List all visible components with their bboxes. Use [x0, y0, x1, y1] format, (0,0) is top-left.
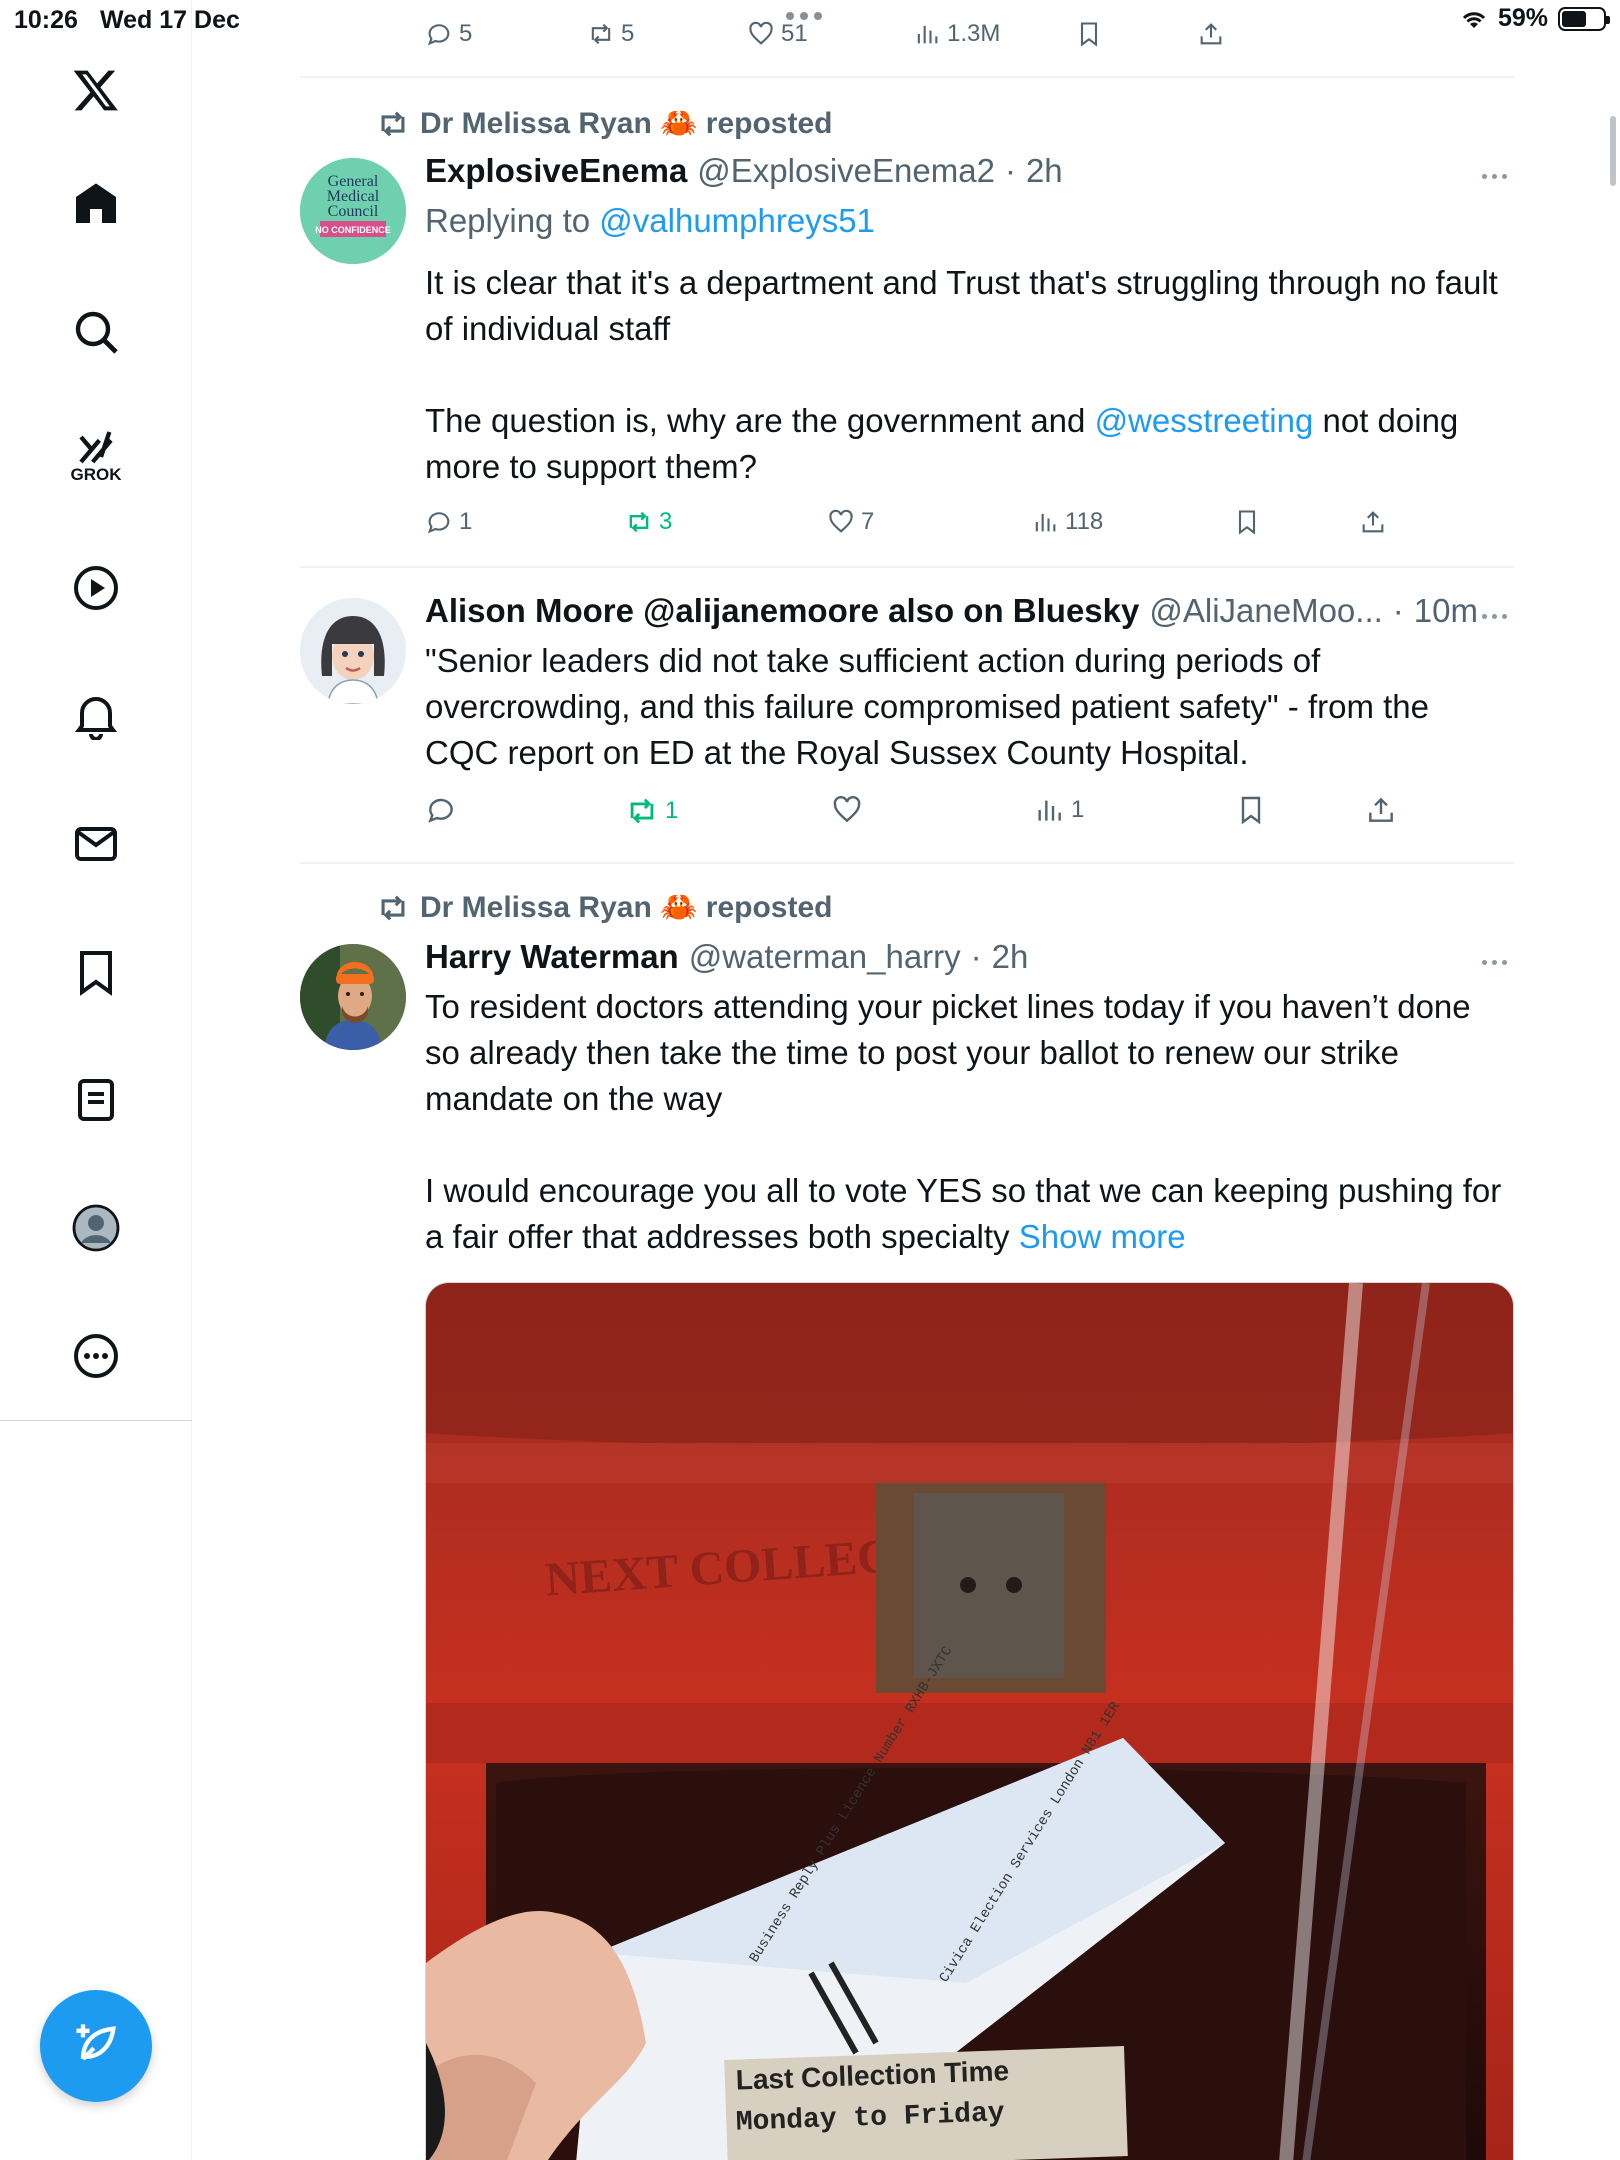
notifications-bell-icon[interactable]: [60, 680, 132, 752]
post-alison-moore[interactable]: Alison Moore @alijanemoore also on Blues…: [300, 568, 1514, 862]
reply-button[interactable]: 1: [425, 508, 472, 536]
post-more-options-icon[interactable]: [1474, 952, 1514, 972]
more-options-icon[interactable]: [60, 1320, 132, 1392]
post-text-paragraph-2: The question is, why are the government …: [425, 398, 1505, 490]
post-text: "Senior leaders did not take sufficient …: [425, 642, 1430, 771]
share-icon: [1369, 797, 1393, 822]
reply-icon: [428, 798, 453, 823]
repost-button[interactable]: 3: [625, 508, 672, 536]
share-button[interactable]: [1365, 794, 1397, 826]
author-handle[interactable]: @waterman_harry: [689, 938, 961, 976]
post-header: Harry Waterman @waterman_harry · 2h: [425, 938, 1028, 976]
bookmarks-icon[interactable]: [60, 936, 132, 1008]
post-text-paragraph-1: To resident doctors attending your picke…: [425, 988, 1471, 1117]
repost-icon: [381, 111, 405, 136]
share-icon: [1362, 511, 1384, 533]
post-text: It is clear that it's a department and T…: [425, 260, 1505, 490]
grok-icon[interactable]: GROK: [60, 420, 132, 492]
post-header: Alison Moore @alijanemoore also on Blues…: [425, 592, 1478, 630]
author-name[interactable]: Harry Waterman: [425, 938, 679, 976]
author-handle[interactable]: @AliJaneMoo...: [1149, 592, 1382, 630]
reposted-by-line: Dr Melissa Ryan 🦀 reposted: [376, 106, 833, 141]
dot-separator: ·: [970, 938, 982, 975]
reposted-by-text[interactable]: Dr Melissa Ryan 🦀 reposted: [420, 890, 833, 925]
lists-icon[interactable]: [60, 1064, 132, 1136]
post-header: ExplosiveEnema @ExplosiveEnema2 · 2h: [425, 152, 1063, 190]
dot-separator: ·: [1004, 152, 1016, 189]
battery-icon: [1558, 6, 1610, 31]
reposted-by-line: Dr Melissa Ryan 🦀 reposted: [376, 890, 833, 925]
repost-count: 1: [665, 797, 679, 824]
bookmark-button[interactable]: [1233, 508, 1261, 536]
mention-link[interactable]: @wesstreeting: [1095, 402, 1314, 439]
replying-to-label: Replying to: [425, 202, 591, 239]
heart-icon: [833, 796, 861, 823]
post-text-part: The question is, why are the government …: [425, 402, 1086, 439]
post-actions: 1 1: [425, 794, 1425, 834]
views-button[interactable]: 1: [1033, 794, 1084, 826]
x-logo-icon[interactable]: [60, 54, 132, 126]
post-time[interactable]: 10m: [1414, 592, 1478, 630]
post-image[interactable]: NEXT COLLECTION Business Reply Plus Lice…: [425, 1282, 1514, 2160]
post-text: To resident doctors attending your picke…: [425, 984, 1505, 1260]
views-count: 1: [1071, 796, 1085, 823]
show-more-link[interactable]: Show more: [1019, 1218, 1186, 1255]
post-explosiveenema[interactable]: Dr Melissa Ryan 🦀 reposted General Medic…: [300, 0, 1514, 570]
repost-icon: [629, 511, 649, 533]
video-play-icon[interactable]: [60, 552, 132, 624]
home-icon[interactable]: [60, 168, 132, 240]
postbox-photo: NEXT COLLECTION Business Reply Plus Lice…: [426, 1283, 1513, 2160]
avatar[interactable]: [300, 598, 406, 704]
avatar[interactable]: [300, 944, 406, 1050]
bookmark-icon: [1241, 796, 1261, 825]
profile-avatar-icon[interactable]: [60, 1192, 132, 1264]
bookmark-button[interactable]: [1235, 794, 1267, 826]
post-actions: 1 3 7 118: [425, 508, 1425, 548]
post-time[interactable]: 2h: [992, 938, 1029, 976]
repost-count: 3: [659, 508, 673, 535]
bookmark-icon: [1238, 510, 1256, 535]
views-bar-chart-icon: [1035, 513, 1056, 532]
scrollbar[interactable]: [1610, 116, 1616, 186]
share-button[interactable]: [1359, 508, 1387, 536]
search-icon[interactable]: [60, 296, 132, 368]
timeline-feed: 5 5 51 1.3M Dr Melissa Ryan 🦀 reposted G…: [300, 0, 1514, 2160]
sidebar-separator: [0, 1420, 192, 1421]
repost-button[interactable]: 1: [625, 794, 678, 828]
views-count: 118: [1065, 508, 1104, 535]
sidebar: GROK: [0, 0, 192, 2160]
post-text-paragraph-2: I would encourage you all to vote YES so…: [425, 1168, 1505, 1260]
like-button[interactable]: [831, 794, 863, 826]
like-button[interactable]: 7: [827, 508, 874, 536]
dot-separator: ·: [1392, 592, 1404, 629]
compose-post-button[interactable]: [40, 1990, 152, 2102]
post-more-options-icon[interactable]: [1474, 606, 1514, 626]
reply-count: 1: [459, 508, 473, 535]
avatar-text-4: NO CONFIDENCE: [315, 225, 391, 235]
compose-feather-icon: [76, 2024, 116, 2061]
heart-icon: [829, 509, 853, 533]
replying-to: Replying to @valhumphreys51: [425, 202, 875, 240]
reply-button[interactable]: [425, 794, 457, 826]
author-name[interactable]: Alison Moore @alijanemoore also on Blues…: [425, 592, 1139, 630]
avatar-text-3: Council: [328, 203, 379, 220]
post-text-part: I would encourage you all to vote YES so…: [425, 1172, 1502, 1255]
views-bar-chart-icon: [1038, 800, 1061, 821]
repost-icon: [381, 895, 405, 920]
post-time[interactable]: 2h: [1026, 152, 1063, 190]
messages-envelope-icon[interactable]: [60, 808, 132, 880]
author-name[interactable]: ExplosiveEnema: [425, 152, 687, 190]
grok-label: GROK: [70, 465, 122, 484]
post-text-paragraph-1: It is clear that it's a department and T…: [425, 264, 1498, 347]
replying-to-handle[interactable]: @valhumphreys51: [599, 202, 875, 239]
reposted-by-text[interactable]: Dr Melissa Ryan 🦀 reposted: [420, 106, 833, 141]
author-handle[interactable]: @ExplosiveEnema2: [697, 152, 995, 190]
views-button[interactable]: 118: [1031, 508, 1103, 536]
reply-icon: [427, 512, 450, 534]
post-more-options-icon[interactable]: [1474, 166, 1514, 186]
repost-icon: [630, 798, 654, 824]
like-count: 7: [861, 508, 875, 535]
avatar[interactable]: General Medical Council NO CONFIDENCE: [300, 158, 406, 264]
